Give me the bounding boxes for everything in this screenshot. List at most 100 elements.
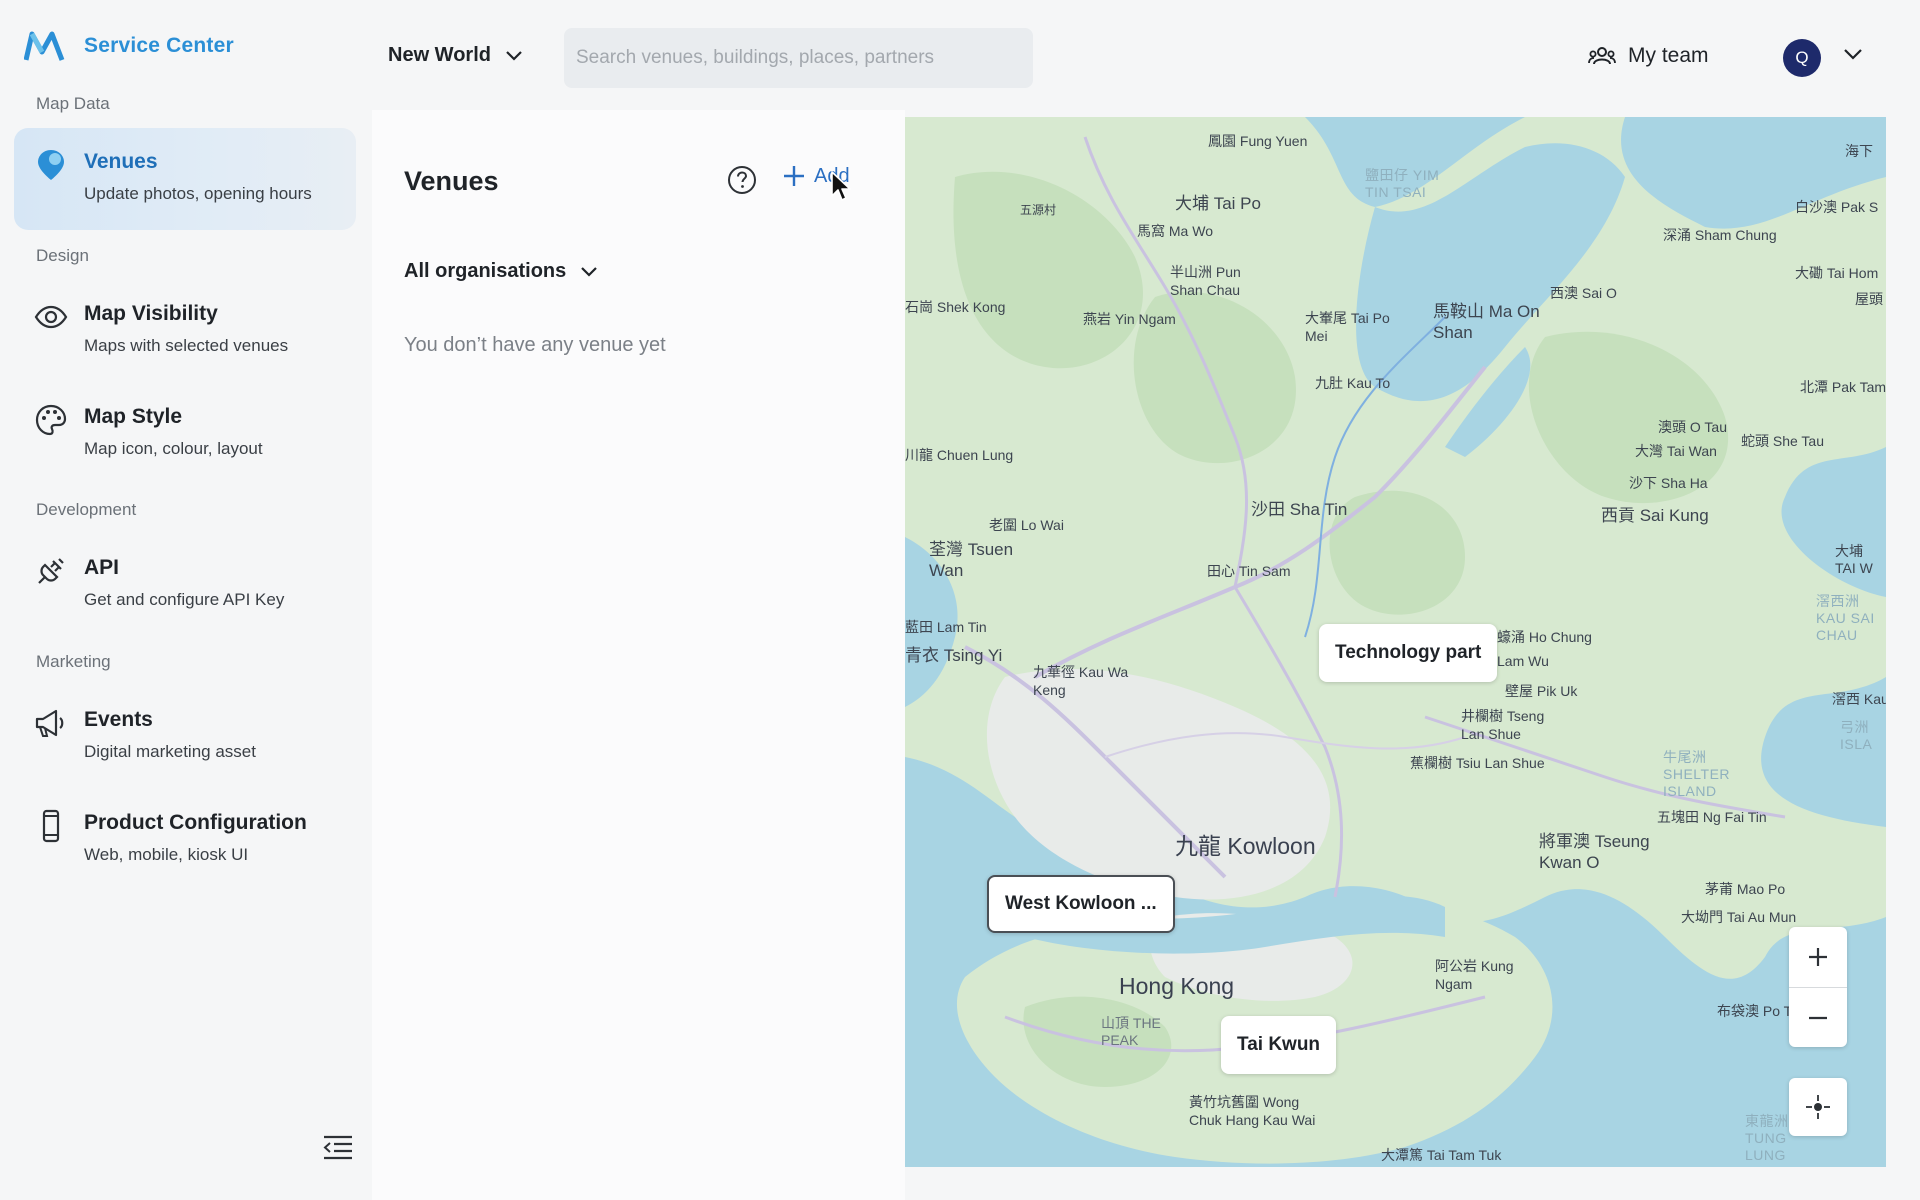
section-label-marketing: Marketing bbox=[36, 652, 111, 671]
map-label: 鳳園 Fung Yuen bbox=[1208, 133, 1308, 149]
map-label: 沙下 Sha Ha bbox=[1629, 475, 1708, 491]
map-label: 五塊田 Ng Fai Tin bbox=[1657, 809, 1767, 825]
map-label: 青衣 Tsing Yi bbox=[905, 646, 1003, 665]
minus-icon bbox=[1809, 1016, 1827, 1019]
sidebar-item-map-style[interactable]: Map Style Map icon, colour, layout bbox=[14, 383, 356, 485]
zoom-out-button[interactable] bbox=[1789, 987, 1847, 1047]
sidebar-item-product-configuration[interactable]: Product Configuration Web, mobile, kiosk… bbox=[14, 789, 356, 891]
map-label: 深涌 Sham Chung bbox=[1663, 227, 1777, 243]
chevron-down-icon bbox=[506, 50, 522, 61]
organisation-filter[interactable]: All organisations bbox=[404, 260, 598, 283]
map-label: 白沙澳 Pak S bbox=[1795, 199, 1879, 215]
logo-text: Service Center bbox=[84, 34, 234, 57]
empty-state-text: You don’t have any venue yet bbox=[404, 334, 666, 356]
sidebar-item-subtitle: Get and configure API Key bbox=[84, 590, 285, 609]
team-icon bbox=[1588, 47, 1616, 65]
help-icon[interactable] bbox=[726, 164, 758, 196]
map-pin-icon bbox=[38, 150, 64, 180]
map-label: Hong Kong bbox=[1119, 973, 1235, 999]
map-label: 半山洲 Pun Shan Chau bbox=[1170, 264, 1241, 298]
world-selector[interactable]: New World bbox=[388, 44, 523, 67]
sidebar-item-api[interactable]: API Get and configure API Key bbox=[14, 534, 356, 636]
map-label: 燕岩 Yin Ngam bbox=[1083, 311, 1176, 327]
collapse-sidebar-icon[interactable] bbox=[322, 1134, 354, 1160]
map-label: 田心 Tin Sam bbox=[1207, 563, 1291, 579]
section-label-design: Design bbox=[36, 246, 89, 265]
map-label: 滘西洲 KAU SAI CHAU bbox=[1816, 593, 1875, 643]
megaphone-icon bbox=[35, 709, 64, 737]
add-venue-button[interactable]: Add bbox=[782, 164, 850, 188]
map-label: 屋頭 bbox=[1855, 291, 1883, 307]
map-label: 滘西 Kau bbox=[1832, 691, 1886, 707]
sidebar-item-events[interactable]: Events Digital marketing asset bbox=[14, 686, 356, 788]
sidebar-item-subtitle: Update photos, opening hours bbox=[84, 184, 312, 203]
map-label: 大磡 Tai Hom bbox=[1795, 265, 1879, 281]
sidebar-item-title: Map Style bbox=[84, 405, 183, 428]
locate-me-button[interactable] bbox=[1789, 1078, 1847, 1136]
map-label: 九華徑 Kau Wa Keng bbox=[1033, 664, 1129, 698]
map-label: 井欄樹 Tseng Lan Shue bbox=[1461, 708, 1545, 742]
venue-marker[interactable]: Technology part bbox=[1319, 624, 1498, 682]
map-label: 石崗 Shek Kong bbox=[905, 299, 1006, 315]
map-label: 大埔 Tai Po bbox=[1175, 194, 1261, 213]
venues-panel: Venues Add All organisations You don’t h… bbox=[372, 110, 905, 1200]
map-label: 五源村 bbox=[1020, 203, 1057, 217]
map-label: 荃灣 Tsuen Wan bbox=[929, 540, 1014, 580]
sidebar-item-title: Map Visibility bbox=[84, 302, 218, 325]
sidebar-item-subtitle: Map icon, colour, layout bbox=[84, 439, 263, 458]
sidebar-item-map-visibility[interactable]: Map Visibility Maps with selected venues bbox=[14, 280, 356, 382]
palette-icon bbox=[35, 404, 67, 436]
map-label: 蠔涌 Ho Chung bbox=[1497, 629, 1592, 645]
organisation-filter-label: All organisations bbox=[404, 260, 567, 282]
map-label: 川龍 Chuen Lung bbox=[905, 447, 1014, 463]
map-label: 阿公岩 Kung Ngam bbox=[1435, 958, 1514, 992]
map-label: 弓洲 ISLA bbox=[1840, 719, 1873, 752]
sidebar-item-subtitle: Digital marketing asset bbox=[84, 742, 256, 761]
crosshair-icon bbox=[1806, 1095, 1830, 1119]
map-label: 大坳門 Tai Au Mun bbox=[1681, 909, 1797, 925]
map-label: 蕉欄樹 Tsiu Lan Shue bbox=[1410, 755, 1545, 771]
map-label: 壁屋 Pik Uk bbox=[1505, 683, 1578, 699]
map-label: 馬窩 Ma Wo bbox=[1137, 223, 1213, 239]
sidebar-item-title: Venues bbox=[84, 150, 158, 173]
plus-icon bbox=[1809, 948, 1827, 966]
map-label: 黃竹坑舊圍 Wong Chuk Hang Kau Wai bbox=[1189, 1094, 1316, 1128]
sidebar-item-venues[interactable]: Venues Update photos, opening hours bbox=[14, 128, 356, 230]
map-label: 九肚 Kau To bbox=[1315, 375, 1391, 391]
map-label: 馬鞍山 Ma On Shan bbox=[1433, 302, 1540, 342]
chevron-down-icon bbox=[581, 266, 598, 277]
search-input[interactable] bbox=[564, 28, 1033, 88]
zoom-controls bbox=[1789, 927, 1847, 1047]
map-label: 蛇頭 She Tau bbox=[1741, 433, 1825, 449]
mobile-icon bbox=[42, 809, 60, 843]
map-label: 大潭篤 Tai Tam Tuk bbox=[1381, 1147, 1502, 1163]
venue-marker-selected[interactable]: West Kowloon ... bbox=[987, 875, 1175, 933]
plus-icon bbox=[784, 166, 804, 186]
logo[interactable]: Service Center bbox=[24, 28, 234, 64]
map-label: 大輋尾 Tai Po Mei bbox=[1305, 310, 1390, 344]
account-chevron-icon[interactable] bbox=[1843, 48, 1863, 61]
sidebar-item-subtitle: Web, mobile, kiosk UI bbox=[84, 845, 249, 864]
map-view[interactable]: 鳳園 Fung Yuen 大埔 Tai Po 五源村 馬窩 Ma Wo 半山洲 … bbox=[905, 117, 1886, 1167]
map-label: 鹽田仔 YIM TIN TSAI bbox=[1365, 167, 1440, 200]
map-label: 將軍澳 Tseung Kwan O bbox=[1539, 832, 1650, 872]
map-label: 北潭 Pak Tam bbox=[1800, 379, 1886, 395]
sidebar-item-title: Product Configuration bbox=[84, 811, 307, 834]
avatar[interactable]: Q bbox=[1783, 39, 1821, 77]
map-label: 澳頭 O Tau bbox=[1658, 419, 1727, 435]
section-label-map-data: Map Data bbox=[36, 94, 110, 113]
map-label: 西澳 Sai O bbox=[1550, 285, 1617, 301]
my-team-button[interactable]: My team bbox=[1588, 44, 1709, 68]
add-venue-label: Add bbox=[814, 164, 850, 187]
map-label: 大埔 TAI W bbox=[1835, 543, 1873, 576]
section-label-development: Development bbox=[36, 500, 137, 519]
venue-marker[interactable]: Tai Kwun bbox=[1221, 1016, 1337, 1074]
map-label: 沙田 Sha Tin bbox=[1251, 500, 1348, 519]
page-title: Venues bbox=[404, 166, 499, 196]
map-label: 大灣 Tai Wan bbox=[1635, 443, 1717, 459]
plug-icon bbox=[38, 558, 64, 584]
map-label: 布袋澳 Po To bbox=[1717, 1003, 1799, 1019]
zoom-in-button[interactable] bbox=[1789, 927, 1847, 987]
map-label: 藍田 Lam Tin bbox=[905, 619, 987, 635]
map-label: Lam Wu bbox=[1497, 653, 1549, 669]
